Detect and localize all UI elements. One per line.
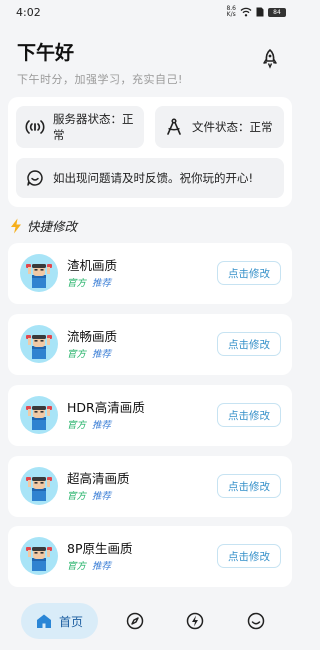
quality-card: 8P原生画质 官方 推荐 点击修改 <box>8 526 292 587</box>
status-panel: 服务器状态：正常 文件状态：正常 如出现问题请及时反馈。祝你玩的开心! <box>8 97 292 207</box>
net-speed: 8.6 K/s <box>226 6 236 18</box>
feedback-text: 如出现问题请及时反馈。祝你玩的开心! <box>53 171 254 185</box>
page-subtitle: 下午时分，加强学习，充实自己! <box>17 73 183 86</box>
wifi-icon <box>240 7 252 17</box>
compass-drafting-icon <box>164 117 184 137</box>
quality-name: 流畅画质 <box>67 329 118 344</box>
feedback-card[interactable]: 如出现问题请及时反馈。祝你玩的开心! <box>16 158 284 198</box>
gamer-avatar-icon <box>20 325 58 363</box>
quality-tags: 官方 推荐 <box>67 346 111 360</box>
server-status-card: 服务器状态：正常 <box>16 106 144 148</box>
battery-icon: 84 <box>268 7 286 17</box>
quality-card: 超高清画质 官方 推荐 点击修改 <box>8 456 292 517</box>
quality-card: HDR高清画质 官方 推荐 点击修改 <box>8 385 292 446</box>
tag-official: 官方 <box>67 278 87 289</box>
nav-boost-tab[interactable] <box>185 611 205 631</box>
lightning-icon <box>186 612 204 630</box>
quality-tags: 官方 推荐 <box>67 558 111 572</box>
sim-icon <box>256 7 264 17</box>
chat-icon <box>25 168 45 188</box>
quality-tags: 官方 推荐 <box>67 417 111 431</box>
tag-recommend: 推荐 <box>92 561 112 572</box>
status-indicators: 8.6 K/s 84 <box>226 6 286 18</box>
tag-recommend: 推荐 <box>92 278 112 289</box>
quality-tags: 官方 推荐 <box>67 488 111 502</box>
rocket-icon[interactable] <box>259 48 281 70</box>
quality-name: 8P原生画质 <box>67 541 133 556</box>
tag-recommend: 推荐 <box>92 349 112 360</box>
status-time: 4:02 <box>16 5 41 19</box>
modify-button[interactable]: 点击修改 <box>217 474 281 498</box>
tag-official: 官方 <box>67 420 87 431</box>
quality-name: 超高清画质 <box>67 471 130 486</box>
nav-profile-tab[interactable] <box>246 611 266 631</box>
file-status-card: 文件状态：正常 <box>155 106 284 148</box>
home-icon <box>36 614 51 628</box>
compass-icon <box>126 612 144 630</box>
bottom-nav: 首页 <box>0 592 300 650</box>
broadcast-icon <box>25 117 45 137</box>
server-status-text: 服务器状态：正常 <box>53 112 134 142</box>
quality-card: 流畅画质 官方 推荐 点击修改 <box>8 314 292 375</box>
tag-recommend: 推荐 <box>92 420 112 431</box>
nav-home-label: 首页 <box>58 614 83 629</box>
gamer-avatar-icon <box>20 537 58 575</box>
tag-official: 官方 <box>67 561 87 572</box>
tag-official: 官方 <box>67 491 87 502</box>
section-title-text: 快捷修改 <box>27 219 78 234</box>
lightning-bolt-icon <box>11 218 21 233</box>
tag-official: 官方 <box>67 349 87 360</box>
quality-tags: 官方 推荐 <box>67 275 111 289</box>
file-status-text: 文件状态：正常 <box>192 120 273 134</box>
section-title: 快捷修改 <box>10 216 77 235</box>
quality-name: HDR高清画质 <box>67 400 145 415</box>
smile-icon <box>247 612 265 630</box>
net-speed-unit: K/s <box>226 11 236 18</box>
gamer-avatar-icon <box>20 254 58 292</box>
page-title: 下午好 <box>17 42 75 64</box>
modify-button[interactable]: 点击修改 <box>217 403 281 427</box>
modify-button[interactable]: 点击修改 <box>217 261 281 285</box>
quality-card: 渣机画质 官方 推荐 点击修改 <box>8 243 292 304</box>
quality-name: 渣机画质 <box>67 258 118 273</box>
modify-button[interactable]: 点击修改 <box>217 332 281 356</box>
gamer-avatar-icon <box>20 396 58 434</box>
nav-home-tab[interactable]: 首页 <box>21 603 98 639</box>
status-bar: 4:02 8.6 K/s 84 <box>0 0 300 24</box>
header: 下午好 下午时分，加强学习，充实自己! <box>17 38 287 87</box>
nav-discover-tab[interactable] <box>125 611 145 631</box>
gamer-avatar-icon <box>20 467 58 505</box>
tag-recommend: 推荐 <box>92 491 112 502</box>
modify-button[interactable]: 点击修改 <box>217 544 281 568</box>
